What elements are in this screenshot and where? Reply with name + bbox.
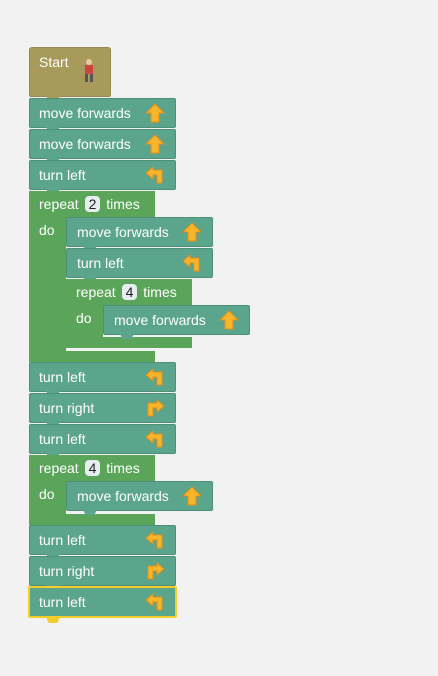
block-label: move forwards [114,312,206,328]
turn-left-block-selected[interactable]: turn left [28,586,177,623]
block-label: turn left [39,167,86,183]
move-forwards-block[interactable]: move forwards [66,217,213,251]
arrow-up-icon [219,310,239,330]
block-label: move forwards [39,136,131,152]
block-label: move forwards [77,488,169,504]
turn-left-icon [145,530,165,550]
repeat-spine [29,191,66,362]
arrow-up-icon [182,486,202,506]
move-forwards-block[interactable]: move forwards [103,305,250,339]
start-label: Start [39,54,69,70]
start-block[interactable]: Start [29,47,111,101]
repeat-word: repeat [39,460,79,476]
do-label: do [76,310,92,326]
repeat-label: repeat 4 times [39,460,140,476]
move-forwards-block[interactable]: move forwards [29,98,176,132]
move-forwards-block[interactable]: move forwards [66,481,213,515]
repeat-label: repeat 2 times [39,196,140,212]
arrow-up-icon [145,103,165,123]
times-word: times [106,196,140,212]
repeat-label: repeat 4 times [76,284,177,300]
repeat-count-input[interactable]: 2 [84,196,101,212]
arrow-up-icon [182,222,202,242]
repeat-count-input[interactable]: 4 [84,460,101,476]
repeat-count-input[interactable]: 4 [121,284,138,300]
turn-right-icon [145,398,165,418]
block-label: turn right [39,563,95,579]
repeat-footer [29,351,155,362]
turn-left-icon [182,253,202,273]
times-word: times [106,460,140,476]
block-label: turn right [39,400,95,416]
times-word: times [143,284,177,300]
block-label: turn left [39,369,86,385]
move-forwards-block[interactable]: move forwards [29,129,176,163]
block-label: move forwards [77,224,169,240]
do-label: do [39,222,55,238]
turn-left-icon [145,367,165,387]
block-label: turn left [39,594,86,610]
repeat-word: repeat [76,284,116,300]
turn-left-block[interactable]: turn left [29,525,176,559]
repeat-footer [29,514,155,525]
turn-left-block[interactable]: turn left [29,424,176,458]
pegman-icon [85,59,93,82]
block-label: turn left [39,532,86,548]
arrow-up-icon [145,134,165,154]
turn-left-icon [145,429,165,449]
block-label: move forwards [39,105,131,121]
turn-right-icon [145,561,165,581]
turn-left-icon [145,165,165,185]
turn-left-icon [145,592,165,612]
turn-right-block[interactable]: turn right [29,556,176,590]
turn-left-block[interactable]: turn left [29,160,176,194]
block-label: turn left [39,431,86,447]
block-label: turn left [77,255,124,271]
turn-right-block[interactable]: turn right [29,393,176,427]
turn-left-block[interactable]: turn left [29,362,176,396]
do-label: do [39,486,55,502]
repeat-word: repeat [39,196,79,212]
turn-left-block[interactable]: turn left [66,248,213,282]
